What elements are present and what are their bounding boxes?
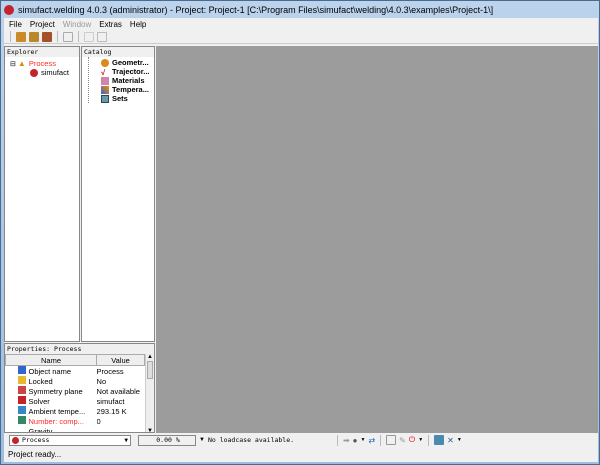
property-value[interactable]: Not available	[97, 386, 145, 396]
temperature-icon	[17, 406, 26, 414]
app-logo-icon	[4, 5, 14, 15]
title-bar: simufact.welding 4.0.3 (administrator) -…	[4, 2, 493, 18]
expand-icon	[17, 426, 26, 432]
property-value[interactable]: 293.15 K	[97, 406, 145, 416]
properties-table: Name Value Object name Process Locked No Symm…	[5, 354, 146, 432]
warning-icon: ▲	[17, 58, 26, 68]
image-icon[interactable]	[434, 435, 445, 445]
results-icon[interactable]	[386, 435, 397, 445]
layout-icon[interactable]	[97, 31, 107, 42]
catalog-panel: Catalog Geometr... √ Trajector... Materia…	[81, 46, 155, 342]
tree-item-simufact[interactable]: simufact	[10, 68, 79, 77]
scrollbar-thumb[interactable]	[147, 361, 153, 379]
simufact-icon	[12, 436, 19, 444]
catalog-item-geometry[interactable]: Geometr...	[101, 58, 154, 67]
symmetry-icon	[17, 386, 26, 394]
properties-panel: Properties: Process Name Value Object nam…	[4, 343, 155, 433]
chevron-down-icon[interactable]: ▼	[199, 437, 205, 443]
window-title: simufact.welding 4.0.3 (administrator) -…	[18, 5, 494, 15]
save-project-icon[interactable]	[42, 31, 52, 42]
property-row[interactable]: Object name Process	[6, 366, 145, 377]
cpu-icon	[17, 416, 26, 424]
lock-icon	[17, 376, 26, 384]
explorer-header: Explorer	[5, 47, 79, 57]
power-icon[interactable]: ⏻	[409, 435, 415, 445]
catalog-item-materials[interactable]: Materials	[101, 76, 154, 85]
process-select[interactable]: Process ▼	[9, 434, 131, 446]
main-workspace	[156, 46, 598, 433]
catalog-item-sets[interactable]: Sets	[101, 94, 154, 103]
properties-scrollbar[interactable]: ▲ ▼	[145, 354, 154, 432]
property-name: Solver	[28, 397, 50, 406]
property-value[interactable]: 0	[97, 416, 145, 426]
materials-icon	[101, 76, 109, 85]
menu-file[interactable]: File	[9, 20, 22, 29]
property-value[interactable]: Process	[97, 366, 145, 377]
chevron-down-icon: ▼	[124, 436, 128, 444]
property-name: Ambient tempe...	[28, 407, 86, 416]
property-value[interactable]: No	[97, 376, 145, 386]
run-arrow-icon[interactable]: ➡	[343, 436, 350, 445]
property-row[interactable]: Solver simufact	[6, 396, 145, 406]
menu-bar: File Project Window Extras Help	[4, 18, 598, 30]
progress-field: 0.00 %	[138, 434, 196, 446]
tools-icon[interactable]: ✕	[447, 436, 454, 445]
pencil-icon	[17, 366, 26, 374]
tree-item-process[interactable]: ⊟ ▲ Process	[10, 59, 79, 68]
sets-icon	[101, 94, 109, 103]
simufact-icon	[17, 396, 26, 404]
property-row[interactable]: Gravity	[6, 426, 145, 432]
app-window: simufact.welding 4.0.3 (administrator) -…	[0, 0, 600, 465]
property-name: Number: comp...	[28, 417, 84, 426]
catalog-header: Catalog	[82, 47, 154, 57]
loadcase-message: No loadcase available.	[207, 436, 295, 444]
property-row[interactable]: Locked No	[6, 376, 145, 386]
screenshot-icon[interactable]	[63, 31, 73, 42]
toolbar	[4, 30, 598, 44]
menu-help[interactable]: Help	[130, 20, 146, 29]
property-value[interactable]	[97, 426, 145, 432]
property-name: Locked	[28, 377, 53, 386]
new-project-icon[interactable]	[16, 31, 26, 42]
property-name: Object name	[28, 367, 72, 376]
property-value[interactable]: simufact	[97, 396, 145, 406]
column-name[interactable]: Name	[5, 354, 98, 366]
simufact-icon	[30, 68, 38, 77]
page-icon[interactable]	[84, 31, 94, 42]
menu-extras[interactable]: Extras	[99, 20, 122, 29]
bottom-toolbar: Process ▼ 0.00 % ▼ No loadcase available.…	[4, 433, 598, 447]
sync-icon[interactable]: ⇄	[368, 436, 375, 445]
property-row[interactable]: Number: comp... 0	[6, 416, 145, 426]
explorer-panel: Explorer ⊟ ▲ Process simufact	[4, 46, 80, 342]
property-name: Symmetry plane	[28, 387, 83, 396]
catalog-item-trajectory[interactable]: √ Trajector...	[101, 67, 154, 77]
properties-header: Properties: Process	[5, 344, 154, 354]
pen-icon[interactable]: ✎	[399, 436, 406, 445]
catalog-item-temperature[interactable]: Tempera...	[101, 85, 154, 94]
menu-project[interactable]: Project	[30, 20, 55, 29]
status-bar: Project ready...	[8, 449, 62, 459]
column-value[interactable]: Value	[96, 354, 146, 366]
menu-window[interactable]: Window	[63, 20, 91, 29]
property-row[interactable]: Ambient tempe... 293.15 K	[6, 406, 145, 416]
trajectory-icon: √	[101, 67, 106, 77]
open-project-icon[interactable]	[29, 31, 39, 42]
temperature-icon	[101, 85, 109, 94]
property-row[interactable]: Symmetry plane Not available	[6, 386, 145, 396]
stop-circle-icon[interactable]: ●	[353, 436, 358, 445]
geometry-icon	[101, 58, 109, 67]
